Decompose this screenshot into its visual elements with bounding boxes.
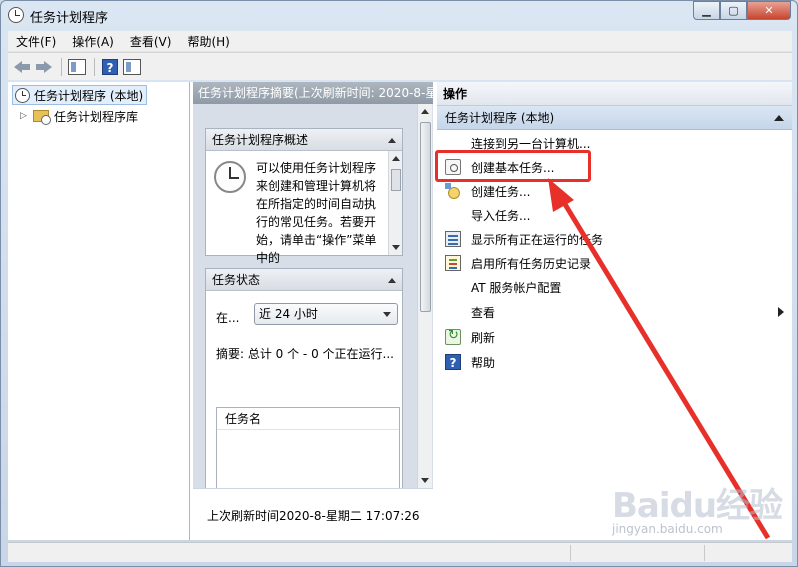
task-name-column-header[interactable]: 任务名 <box>217 408 399 430</box>
help-toolbar-button[interactable]: ? <box>100 57 120 77</box>
toolbar-separator <box>61 57 62 76</box>
submenu-arrow-icon <box>778 307 784 317</box>
task-status-section: 任务状态 在... 近 24 小时 摘要: 总计 0 个 - 0 个正在运行..… <box>205 268 403 498</box>
annotation-highlight-box <box>435 150 591 182</box>
show-hide-action-pane-button[interactable] <box>122 57 142 77</box>
task-status-header[interactable]: 任务状态 <box>206 269 402 291</box>
console-tree: 任务计划程序 (本地) ▷ 任务计划程序库 <box>8 82 190 540</box>
refresh-footer: 上次刷新时间2020-8-星期二 17:07:26 <box>193 488 433 540</box>
caption-buttons: ▁ ▢ ✕ <box>693 1 791 21</box>
summary-pane-header: 任务计划程序摘要(上次刷新时间: 2020-8-星 <box>193 82 433 104</box>
help-icon: ? <box>445 354 461 370</box>
action-pane-icon <box>123 58 141 75</box>
time-range-select[interactable]: 近 24 小时 <box>254 303 398 325</box>
help-icon: ? <box>102 58 118 75</box>
scroll-down-icon[interactable] <box>421 478 429 483</box>
action-label: 创建任务... <box>471 184 531 199</box>
action-label: 连接到另一台计算机... <box>471 136 591 151</box>
action-refresh[interactable]: 刷新 <box>437 326 792 348</box>
actions-group-label: 任务计划程序 (本地) <box>445 111 555 125</box>
tree-item-label: 任务计划程序库 <box>54 109 139 124</box>
toolbar-separator <box>94 57 95 76</box>
action-label: 导入任务... <box>471 208 531 223</box>
collapse-icon[interactable] <box>774 115 784 121</box>
action-label: AT 服务帐户配置 <box>471 280 562 295</box>
overview-text: 可以使用任务计划程序来创建和管理计算机将在所指定的时间自动执行的常见任务。若要开… <box>256 161 377 265</box>
folder-clock-icon <box>33 110 51 125</box>
overview-title: 任务计划程序概述 <box>212 133 309 147</box>
scroll-up-icon[interactable] <box>392 156 400 161</box>
action-label: 显示所有正在运行的任务 <box>471 232 604 247</box>
back-arrow-icon <box>14 60 30 73</box>
actions-title: 操作 <box>437 82 792 106</box>
action-help[interactable]: ? 帮助 <box>437 351 792 373</box>
action-label: 启用所有任务历史记录 <box>471 256 592 271</box>
actions-group-header[interactable]: 任务计划程序 (本地) <box>437 106 792 130</box>
action-at-service-config[interactable]: AT 服务帐户配置 <box>437 276 792 298</box>
scroll-thumb[interactable] <box>391 169 401 191</box>
running-tasks-icon <box>445 231 461 247</box>
action-show-running-tasks[interactable]: 显示所有正在运行的任务 <box>437 228 792 250</box>
tree-item-root[interactable]: 任务计划程序 (本地) <box>12 85 148 105</box>
refresh-icon <box>445 328 461 345</box>
range-label: 在... <box>216 311 240 325</box>
task-summary: 摘要: 总计 0 个 - 0 个正在运行... <box>216 347 394 361</box>
create-task-icon <box>445 183 461 199</box>
status-bar-divider <box>704 545 705 561</box>
menu-bar: 文件(F) 操作(A) 查看(V) 帮助(H) <box>8 31 792 51</box>
menu-action[interactable]: 操作(A) <box>64 33 122 50</box>
action-import-task[interactable]: 导入任务... <box>437 204 792 226</box>
status-bar <box>8 542 792 562</box>
expand-arrow-icon[interactable]: ▷ <box>20 111 29 121</box>
menu-help[interactable]: 帮助(H) <box>179 33 237 50</box>
overview-scrollbar[interactable] <box>388 151 402 255</box>
overview-header[interactable]: 任务计划程序概述 <box>206 129 402 151</box>
overview-section: 任务计划程序概述 可以使用任务计划程序来创建和管理计算机将在所指定的时间自动执行… <box>205 128 403 265</box>
scroll-up-icon[interactable] <box>421 109 429 114</box>
task-list[interactable]: 任务名 <box>216 407 400 497</box>
main-area: 任务计划程序 (本地) ▷ 任务计划程序库 任务计划程序摘要(上次刷新时间: 2… <box>8 82 792 540</box>
summary-scrollbar[interactable] <box>417 104 432 488</box>
chevron-down-icon <box>383 312 391 317</box>
clock-icon <box>214 161 246 193</box>
action-enable-history[interactable]: 启用所有任务历史记录 <box>437 252 792 274</box>
action-create-task[interactable]: 创建任务... <box>437 180 792 202</box>
overview-content: 可以使用任务计划程序来创建和管理计算机将在所指定的时间自动执行的常见任务。若要开… <box>206 151 402 265</box>
back-button[interactable] <box>12 57 32 77</box>
window-title: 任务计划程序 <box>30 11 109 26</box>
action-view[interactable]: 查看 <box>437 301 792 323</box>
watermark-logo: Baidu经验 <box>612 486 783 526</box>
status-bar-divider <box>570 545 571 561</box>
last-refresh-time: 上次刷新时间2020-8-星期二 17:07:26 <box>207 509 420 523</box>
clock-icon <box>15 87 30 103</box>
task-status-content: 在... 近 24 小时 摘要: 总计 0 个 - 0 个正在运行... 任务名 <box>206 291 402 497</box>
tree-item-library[interactable]: ▷ 任务计划程序库 <box>20 106 138 126</box>
tree-item-label: 任务计划程序 (本地) <box>34 88 144 103</box>
scroll-down-icon[interactable] <box>392 245 400 250</box>
toolbar: ? <box>8 52 792 80</box>
clock-icon <box>8 7 24 23</box>
collapse-icon[interactable] <box>388 138 396 143</box>
forward-arrow-icon <box>36 60 52 73</box>
scroll-thumb[interactable] <box>420 122 431 312</box>
title-bar: 任务计划程序 ▁ ▢ ✕ <box>1 1 797 29</box>
collapse-icon[interactable] <box>388 278 396 283</box>
action-label: 查看 <box>471 305 496 320</box>
minimize-button[interactable]: ▁ <box>693 1 720 20</box>
time-range-value: 近 24 小时 <box>259 307 318 321</box>
menu-file[interactable]: 文件(F) <box>8 33 64 50</box>
forward-button[interactable] <box>34 57 54 77</box>
action-label: 刷新 <box>471 330 496 345</box>
watermark-url: jingyan.baidu.com <box>612 522 723 536</box>
menu-view[interactable]: 查看(V) <box>122 33 180 50</box>
task-status-title: 任务状态 <box>212 273 261 287</box>
summary-body: 任务计划程序概述 可以使用任务计划程序来创建和管理计算机将在所指定的时间自动执行… <box>193 104 433 540</box>
show-hide-tree-button[interactable] <box>67 57 87 77</box>
maximize-button[interactable]: ▢ <box>720 1 747 20</box>
summary-pane: 任务计划程序摘要(上次刷新时间: 2020-8-星 任务计划程序概述 可以使用任… <box>193 82 433 540</box>
console-tree-icon <box>68 58 86 75</box>
action-label: 帮助 <box>471 355 496 370</box>
history-icon <box>445 255 461 271</box>
close-button[interactable]: ✕ <box>747 1 791 20</box>
